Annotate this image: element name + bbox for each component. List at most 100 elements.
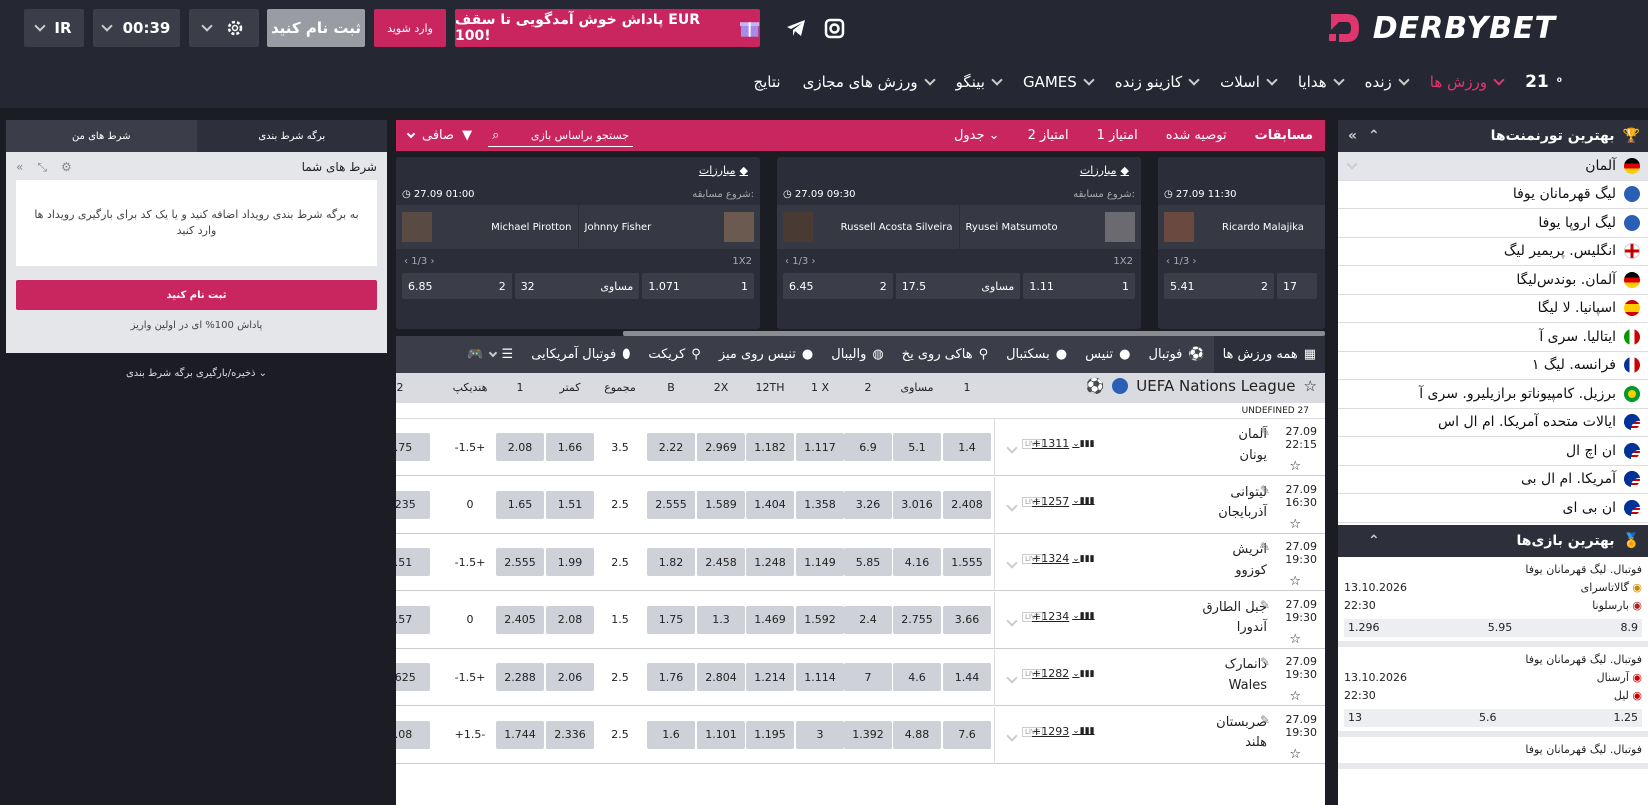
tab-all-sports[interactable]: همه ورزش ها ▦ <box>1213 336 1325 373</box>
stats-icon[interactable]: ⌄▮▮▮ <box>1072 496 1094 506</box>
odds-button[interactable]: 7 <box>844 663 892 691</box>
odds-button[interactable]: 2.969 <box>697 433 745 461</box>
odds-button[interactable]: 1.358 <box>796 490 844 519</box>
nav-bingo[interactable]: بینگو <box>956 73 1003 91</box>
odds-button[interactable]: 1.75 <box>396 433 430 461</box>
tournament-item[interactable]: انگلیس. پریمیر لیگ <box>1338 238 1648 266</box>
featured-card[interactable]: مبارزات ◆ ◷ 27.09 09:30 شروع مسابقه: Russe… <box>777 157 1141 329</box>
filter-button[interactable]: صافی ▼ <box>406 128 472 143</box>
carousel-scrollbar[interactable] <box>623 331 1325 336</box>
top-tournaments-header[interactable]: « ⌃ بهترین تورنمنت‌ها 🏆 <box>1338 120 1648 152</box>
star-icon[interactable]: ☆ <box>1304 377 1317 395</box>
stats-icon[interactable]: ⌄▮▮▮ <box>1072 611 1094 621</box>
match-teams[interactable]: جبل الطارق آندورا <box>1203 598 1268 640</box>
odds-button[interactable]: 1.44 <box>943 663 991 691</box>
odds-button[interactable]: 1.75 <box>647 605 695 634</box>
odds-button[interactable]: 4.6 <box>893 663 941 691</box>
odds-button[interactable]: 7.6 <box>943 720 991 749</box>
nav-games[interactable]: GAMES <box>1023 73 1095 91</box>
save-load-betslip[interactable]: ذخیره/بارگیری برگه شرط بندی ⌄ <box>6 368 387 379</box>
tab-betslip[interactable]: برگه شرط بندی <box>196 120 387 152</box>
stats-icon[interactable]: ⌄▮▮▮ <box>1072 554 1094 564</box>
odds-button[interactable]: 6.9 <box>844 433 892 461</box>
tab-recommended[interactable]: توصیه شده <box>1166 128 1227 143</box>
tournament-item[interactable]: لیگ اروپا یوفا <box>1338 209 1648 238</box>
more-markets-link[interactable]: +1324 ⌄▮▮▮ <box>1032 552 1095 565</box>
tab-ice-hockey[interactable]: هاکی روی یخ ⚲ <box>893 336 997 373</box>
nav-slots[interactable]: اسلات <box>1220 73 1278 91</box>
odds-button[interactable]: 1.99 <box>546 548 594 576</box>
pin-icon[interactable]: ✎ <box>1260 540 1270 554</box>
tournament-item[interactable]: اسپانیا. لا لیگا <box>1338 295 1648 323</box>
odds-button[interactable]: 2.08 <box>496 433 544 461</box>
top-game-card[interactable]: فوتبال. لیگ قهرمانان یوفا 13.10.2026 گالا… <box>1338 557 1648 647</box>
match-row[interactable]: 27.09 19:30 ☆ دانمارک Wales ✎ LIVE +1282 ⌄▮… <box>396 649 1325 706</box>
featured-card[interactable]: ◷ 27.09 11:30 Ricardo Malajika ‹ 1/3 › 5… <box>1158 157 1325 329</box>
nav-21[interactable]: 21 ⁰ <box>1525 72 1562 92</box>
brand-logo[interactable]: DERBYBET <box>1325 8 1556 48</box>
odds-button[interactable]: 1.182 <box>746 433 794 461</box>
top-game-card[interactable]: فوتبال. لیگ قهرمانان یوفا <box>1338 737 1648 769</box>
odds-button[interactable]: 1.6 <box>647 720 695 749</box>
odds-button[interactable]: 1.555 <box>943 548 991 576</box>
odds-button[interactable]: 2.22 <box>647 433 695 461</box>
pin-icon[interactable]: ✎ <box>1260 713 1270 727</box>
tournament-item[interactable]: لیگ قهرمانان یوفا <box>1338 181 1648 209</box>
odds-button[interactable]: 2.755 <box>893 605 941 634</box>
telegram-icon[interactable] <box>786 19 806 37</box>
odds-button[interactable]: 2.235 <box>396 490 430 519</box>
odds-button[interactable]: 3.26 <box>844 490 892 519</box>
odds-button[interactable]: 1.117 <box>796 433 844 461</box>
betslip-register-button[interactable]: ثبت نام کنید <box>16 280 377 310</box>
match-row[interactable]: 27.09 19:30 ☆ جبل الطارق آندورا ✎ LIVE +12… <box>396 591 1325 649</box>
odds-button[interactable]: 2.408 <box>943 490 991 519</box>
odds-button[interactable]: 2.288 <box>496 663 544 691</box>
odds-button[interactable]: 1.248 <box>746 548 794 576</box>
pin-icon[interactable]: ✎ <box>1260 425 1270 439</box>
tab-american-football[interactable]: فوتبال آمریکایی ⬮ <box>522 336 639 373</box>
nav-gifts[interactable]: هدایا <box>1298 73 1345 91</box>
featured-card[interactable]: مبارزات ◆ ◷ 27.09 01:00 شروع مسابقه: Micha… <box>396 157 760 329</box>
match-row[interactable]: 27.09 22:15 ☆ آلمان یونان ✎ LIVE +1311 ⌄▮▮▮… <box>396 419 1325 476</box>
settings-button[interactable] <box>189 9 259 47</box>
odds-button[interactable]: 1.65 <box>496 490 544 519</box>
odds-button[interactable]: 1.51 <box>546 490 594 519</box>
odds-button[interactable]: 4.16 <box>893 548 941 576</box>
odds-button[interactable]: 2.08 <box>546 605 594 634</box>
tournament-item[interactable]: آلمان. بوندس‌لیگا <box>1338 266 1648 295</box>
nav-live[interactable]: زنده <box>1365 73 1410 91</box>
odds-button[interactable]: 1.195 <box>746 720 794 749</box>
odds-button[interactable]: 1.149 <box>796 548 844 576</box>
chevron-down-icon[interactable] <box>1006 667 1018 686</box>
star-icon[interactable]: ☆ <box>1289 632 1301 647</box>
odds-button[interactable]: 1.114 <box>796 663 844 691</box>
chevron-down-icon[interactable] <box>1006 495 1018 514</box>
tab-2-point[interactable]: 2 امتیاز <box>1028 128 1069 143</box>
odds-button[interactable]: 2.405 <box>496 605 544 634</box>
pin-icon[interactable]: ✎ <box>1260 598 1270 612</box>
odds-button[interactable]: 1.82 <box>647 548 695 576</box>
nav-sports[interactable]: ورزش ها <box>1430 73 1505 91</box>
odds-button[interactable]: 1.3 <box>697 605 745 634</box>
tournament-item[interactable]: فرانسه. لیگ ۱ <box>1338 352 1648 380</box>
odds-button[interactable]: 2.458 <box>697 548 745 576</box>
nav-results[interactable]: نتایج <box>753 73 780 91</box>
tab-football[interactable]: فوتبال ⚽ <box>1140 336 1214 373</box>
star-icon[interactable]: ☆ <box>1289 689 1301 704</box>
login-button[interactable]: وارد شوید <box>374 9 446 47</box>
tournament-item[interactable]: ایتالیا. سری آ <box>1338 323 1648 352</box>
pin-icon[interactable]: ✎ <box>1260 483 1270 497</box>
odds-button[interactable]: 3.016 <box>893 490 941 519</box>
instagram-icon[interactable] <box>824 18 845 39</box>
tournament-item[interactable]: ایالات متحده آمریکا. ام ال اس <box>1338 409 1648 437</box>
odds-button[interactable]: 1.592 <box>796 605 844 634</box>
odds-button[interactable]: 1.4 <box>943 433 991 461</box>
odds-button[interactable]: 1.404 <box>746 490 794 519</box>
chevron-down-icon[interactable] <box>1006 610 1018 629</box>
tab-basketball[interactable]: بسکتبال ● <box>997 336 1076 373</box>
collapse-icon[interactable]: « <box>16 160 23 174</box>
star-icon[interactable]: ☆ <box>1289 517 1301 532</box>
odds-button[interactable]: 1.76 <box>647 663 695 691</box>
top-game-card[interactable]: فوتبال. لیگ قهرمانان یوفا 13.10.2026 آرسن… <box>1338 647 1648 737</box>
star-icon[interactable]: ☆ <box>1289 747 1301 762</box>
